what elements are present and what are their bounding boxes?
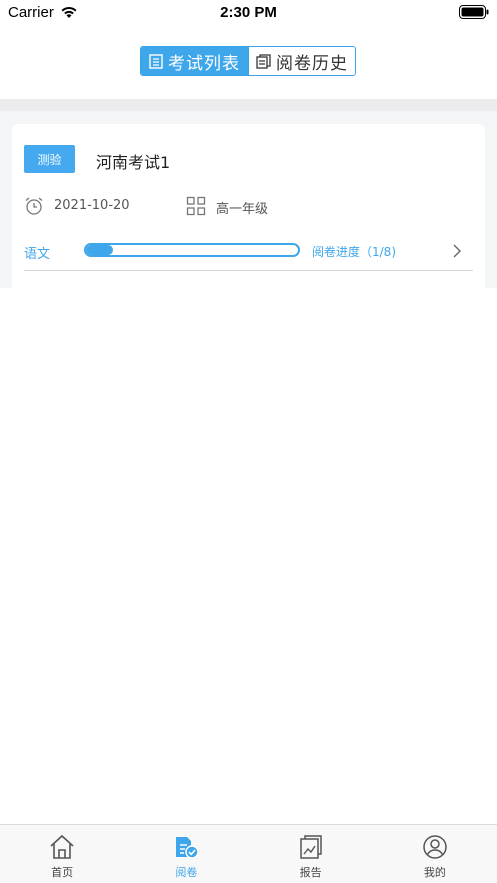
tab-grading-history[interactable]: 阅卷历史	[248, 47, 355, 75]
exam-card[interactable]: 测验 河南考试1 2021-10-20 高一年级 语文 阅卷进度（1/8)	[12, 124, 485, 288]
exam-type-badge: 测验	[24, 145, 75, 173]
chevron-right-icon[interactable]	[452, 243, 462, 259]
tab-grading-history-label: 阅卷历史	[276, 53, 348, 74]
profile-icon	[423, 835, 447, 859]
exam-grade: 高一年级	[216, 202, 269, 217]
exam-date: 2021-10-20	[54, 198, 130, 213]
tab-exam-list[interactable]: 考试列表	[141, 47, 248, 75]
tab-home-label: 首页	[51, 866, 74, 879]
list-icon	[149, 53, 163, 69]
screen: Carrier 2:30 PM 考试列表 阅卷历史 测验 河南考试1 2021-…	[0, 0, 497, 883]
alarm-clock-icon	[25, 197, 43, 215]
tab-exam-list-label: 考试列表	[168, 53, 240, 74]
header-divider	[0, 99, 497, 111]
subject-label: 语文	[24, 247, 51, 262]
tab-report-label: 报告	[299, 866, 322, 879]
exam-title: 河南考试1	[96, 153, 171, 172]
segmented-control: 考试列表 阅卷历史	[140, 46, 356, 76]
report-icon	[299, 835, 322, 859]
tab-grading[interactable]: 阅卷	[124, 825, 248, 883]
home-icon	[50, 834, 74, 859]
grid-icon	[186, 196, 206, 216]
status-bar: Carrier 2:30 PM	[0, 0, 497, 26]
history-doc-icon	[256, 53, 271, 69]
tab-profile[interactable]: 我的	[373, 825, 497, 883]
tab-grading-label: 阅卷	[175, 866, 198, 879]
grading-progress-fill	[86, 245, 113, 255]
tab-home[interactable]: 首页	[0, 825, 124, 883]
battery-icon	[459, 5, 489, 19]
bottom-tab-bar: 首页 阅卷 报告 我的	[0, 824, 497, 883]
status-time: 2:30 PM	[220, 4, 277, 21]
row-divider	[24, 270, 473, 271]
grading-icon	[176, 837, 200, 859]
tab-profile-label: 我的	[423, 866, 446, 879]
grading-progress-label: 阅卷进度（1/8)	[312, 245, 396, 259]
grading-progress-bar	[84, 243, 300, 257]
tab-report[interactable]: 报告	[249, 825, 373, 883]
